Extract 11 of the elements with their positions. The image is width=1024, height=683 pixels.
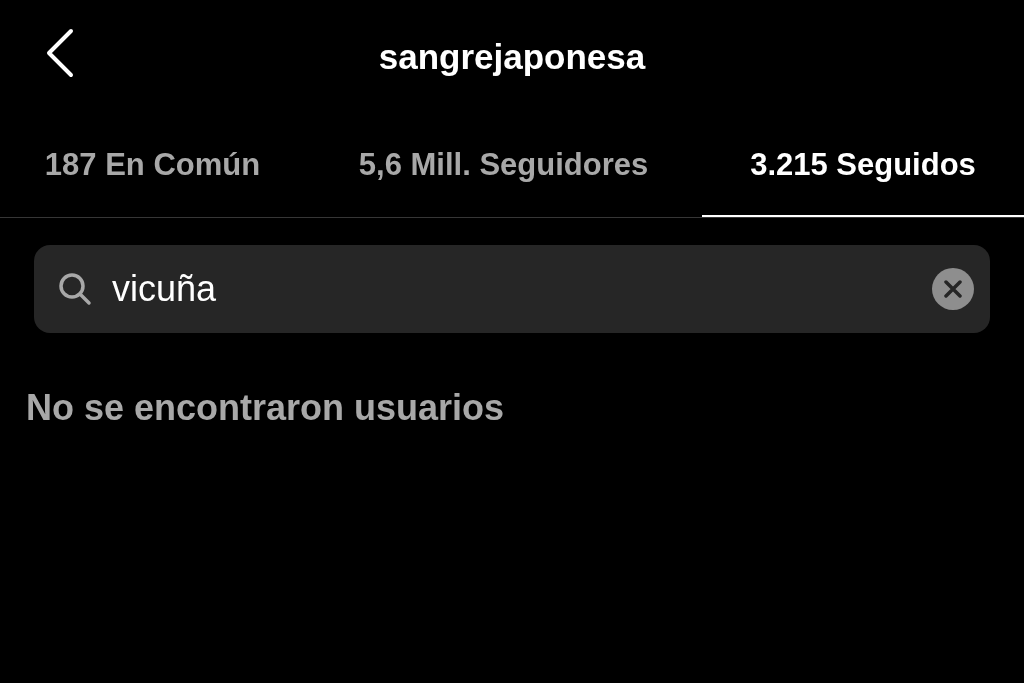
- search-icon: [58, 272, 92, 306]
- back-icon: [45, 28, 75, 78]
- page-title: sangrejaponesa: [378, 36, 646, 79]
- tab[interactable]: 3.215 Seguidos: [702, 115, 1024, 217]
- search-field[interactable]: vicuña: [34, 245, 990, 333]
- tab[interactable]: 5,6 Mill. Seguidores: [305, 115, 702, 217]
- empty-message: No se encontraron usuarios: [26, 387, 505, 428]
- search-value: vicuña: [112, 267, 218, 311]
- clear-button[interactable]: [932, 268, 974, 310]
- tab[interactable]: 187 En Común: [0, 115, 305, 217]
- close-icon: [944, 280, 962, 298]
